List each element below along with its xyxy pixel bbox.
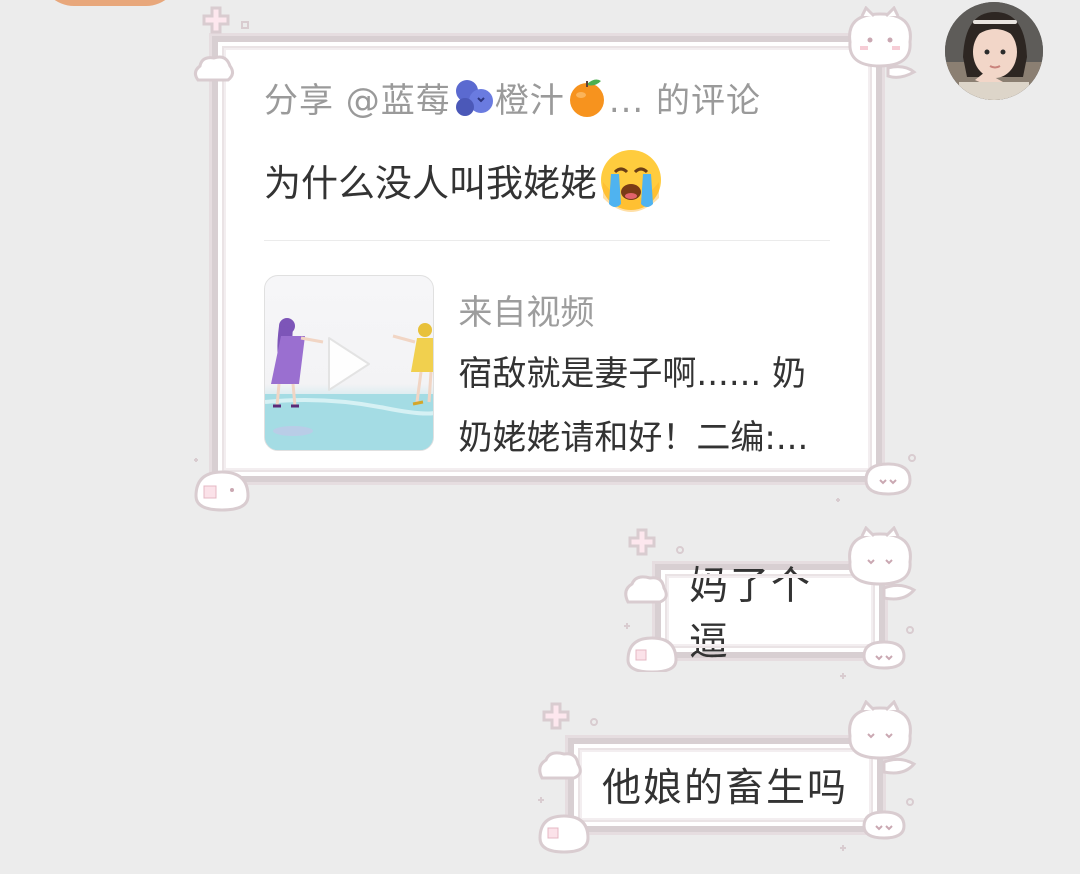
play-icon[interactable] [323,334,373,394]
user-avatar[interactable] [945,2,1043,100]
video-info: 来自视频 宿敌就是妻子啊...... 奶奶姥姥请和好！二编:... [458,275,830,470]
card-header: 分享 @蓝莓 橙汁 ... 的评论 [264,72,830,122]
video-title: 宿敌就是妻子啊...... 奶奶姥姥请和好！二编:... [458,354,809,458]
share-prefix: 分享 @蓝莓 [264,80,451,121]
comment-text: 为什么没人叫我姥姥 [264,150,830,212]
blueberry-icon [455,80,493,116]
message-bubble[interactable]: 他娘的畜生吗 [568,738,883,832]
loudly-crying-face-icon [601,150,661,212]
message-text: 他娘的畜生吗 [602,766,849,811]
card-divider [264,240,830,241]
video-preview[interactable]: 来自视频 宿敌就是妻子啊...... 奶奶姥姥请和好！二编:... [264,275,830,470]
tangerine-icon [569,79,604,117]
video-source-label: 来自视频 [458,293,595,333]
video-thumbnail[interactable] [264,275,435,451]
partial-avatar[interactable] [40,0,180,6]
chat-view: 分享 @蓝莓 橙汁 ... 的评论 为什么没人叫我姥姥 来自视频 宿敌就是妻子啊… [0,0,1080,874]
share-middle: 橙汁 [494,80,565,121]
shared-comment-card[interactable]: 分享 @蓝莓 橙汁 ... 的评论 为什么没人叫我姥姥 来自视频 宿敌就是妻子啊… [212,36,882,482]
message-bubble[interactable]: 妈了个逼 [655,564,885,665]
comment-body: 为什么没人叫我姥姥 [264,162,597,205]
share-suffix: ... 的评论 [608,80,762,121]
message-text: 妈了个逼 [689,564,813,665]
avatar-image [945,2,1043,100]
